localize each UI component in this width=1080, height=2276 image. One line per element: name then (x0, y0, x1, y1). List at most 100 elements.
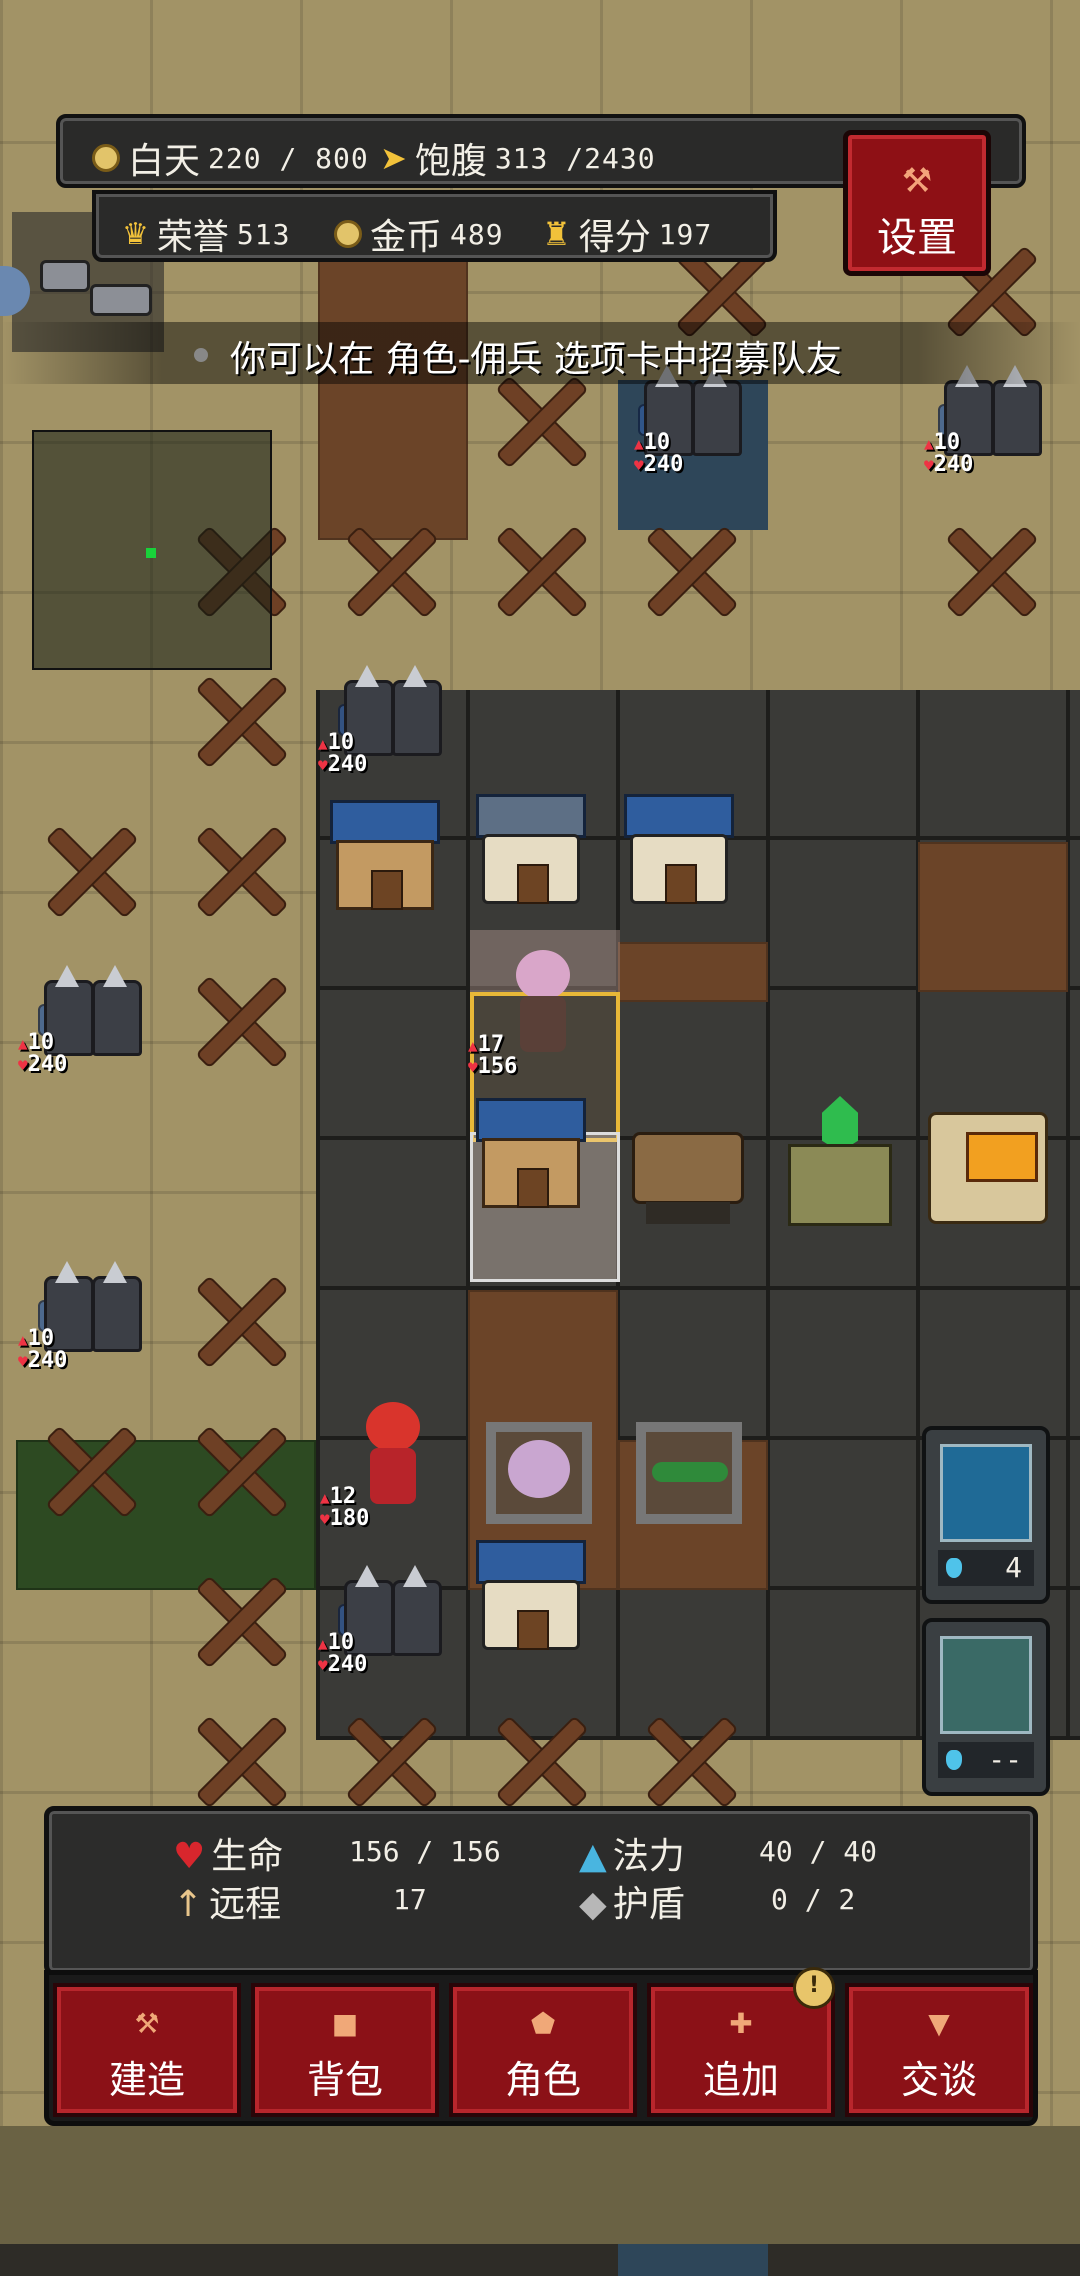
soldier-squad[interactable]: ▲10 ♥240 (18, 960, 150, 1080)
talk-button[interactable]: ▼ 交谈 (845, 1983, 1033, 2117)
building-roof (476, 1098, 586, 1142)
building-door (665, 864, 697, 904)
workbench-base (646, 1202, 730, 1224)
guild-building[interactable] (476, 794, 586, 904)
add-label: 追加 (702, 2058, 779, 2102)
settings-button[interactable]: ⚒ 设置 (843, 130, 991, 276)
turnip-crop (508, 1440, 570, 1498)
soldier-squad[interactable]: ▲10 ♥240 (18, 1256, 150, 1376)
temple-building[interactable] (624, 794, 734, 904)
build-label: 建造 (108, 2058, 185, 2102)
barricade[interactable] (480, 510, 600, 630)
building-roof (330, 800, 440, 844)
barricade[interactable] (330, 510, 450, 630)
heart-icon: ♥ (173, 1836, 206, 1877)
skill-cost-value: 4 (1005, 1551, 1022, 1584)
bag-button[interactable]: ■ 背包 (251, 1983, 439, 2117)
player-stats-panel: ♥ 生命 156 / 156 ▲ 法力 40 / 40 ↑ 远程 17 ◆ 护盾 0 /… (44, 1806, 1038, 1976)
shield-value: 0 / 2 (771, 1883, 856, 1916)
barricade[interactable] (930, 510, 1050, 630)
house-building[interactable] (330, 800, 440, 910)
soldier-figure (92, 980, 142, 1056)
tavern-building[interactable] (476, 1098, 586, 1208)
squad-hp: 240 (327, 752, 368, 777)
attack-icon: ▲ (318, 734, 328, 753)
soldier-squad[interactable]: ▲10 ♥240 (318, 1560, 450, 1680)
hp-stat: ♥ 生命 (173, 1827, 283, 1879)
hp-label: 生命 (211, 1836, 284, 1877)
mana-icon (946, 1558, 962, 1578)
workbench[interactable] (632, 1124, 744, 1224)
honor-value: 513 (236, 217, 291, 251)
soldier-figure (692, 380, 742, 456)
workbench-top (632, 1132, 744, 1204)
shield-skill-button[interactable]: -- (922, 1618, 1050, 1796)
heart-icon: ♥ (318, 756, 328, 775)
hint-banner: 你可以在 角色-佣兵 选项卡中招募队友 (0, 322, 1080, 384)
ranged-stat: ↑ 远程 (173, 1875, 281, 1927)
squad-hp: 240 (643, 452, 684, 477)
bag-icon: ■ (331, 2007, 359, 2040)
character-button[interactable]: ⬟ 角色 (449, 1983, 637, 2117)
gold-label: 金币 (370, 217, 443, 258)
barricade[interactable] (180, 1700, 300, 1820)
daytime-value: 220 / 800 (208, 141, 369, 175)
ally-body (370, 1448, 416, 1504)
squad-stats: ▲10 ♥240 (318, 1632, 367, 1676)
squad-stats: ▲10 ♥240 (634, 432, 683, 476)
attack-icon: ▲ (18, 1330, 28, 1349)
crystal-altar[interactable] (780, 1096, 900, 1226)
wrench-icon: ⚒ (901, 161, 933, 201)
hp-value: 156 / 156 (349, 1835, 501, 1868)
character-label: 角色 (504, 2058, 581, 2102)
barricade[interactable] (330, 1700, 450, 1820)
stone-piece (40, 260, 90, 292)
barricade[interactable] (630, 1700, 750, 1820)
map-bottom-edge (0, 2126, 1080, 2244)
barricade[interactable] (30, 810, 150, 930)
barricade[interactable] (480, 1700, 600, 1820)
hunger-value: 313 /2430 (494, 141, 656, 175)
heart-icon: ♥ (468, 1058, 478, 1077)
soldier-squad[interactable]: ▲10 ♥240 (318, 660, 450, 780)
lightning-skill-button[interactable]: 4 (922, 1426, 1050, 1604)
barricade[interactable] (630, 510, 750, 630)
barricade[interactable] (180, 960, 300, 1080)
farm-plot[interactable] (486, 1422, 592, 1524)
ranged-label: 远程 (209, 1884, 282, 1925)
soldier-figure (392, 680, 442, 756)
daytime-label: 白天 (128, 141, 201, 182)
mana-stat: ▲ 法力 (579, 1827, 685, 1879)
barricade[interactable] (30, 1410, 150, 1530)
add-button[interactable]: ✚ 追加 ! (647, 1967, 835, 2117)
shield-label: 护盾 (612, 1884, 685, 1925)
score-label: 得分 (578, 217, 651, 258)
attack-icon: ▲ (320, 1488, 330, 1507)
dirt-tile (918, 842, 1068, 992)
barricade[interactable] (180, 810, 300, 930)
squad-stats: ▲10 ♥240 (18, 1032, 67, 1076)
ally-stats: ▲12 ♥180 (320, 1486, 369, 1530)
snake-creature (652, 1462, 728, 1482)
snake-pen[interactable] (636, 1422, 742, 1524)
building-door (371, 870, 403, 910)
barricade[interactable] (180, 660, 300, 780)
build-button[interactable]: ⚒ 建造 (53, 1983, 241, 2117)
building-roof (476, 794, 586, 838)
house-building[interactable] (476, 1540, 586, 1650)
building-roof (624, 794, 734, 838)
barricade[interactable] (180, 1560, 300, 1680)
mana-value: 40 / 40 (759, 1835, 878, 1868)
forge-building[interactable] (928, 1112, 1048, 1224)
squad-stats: ▲10 ♥240 (318, 732, 367, 776)
attack-icon: ▲ (468, 1036, 478, 1055)
ally-hp: 180 (329, 1506, 370, 1531)
attack-icon: ▲ (924, 434, 934, 453)
gold-counter: 金币 489 (334, 208, 504, 260)
score-value: 197 (658, 217, 713, 251)
alert-badge-icon: ! (793, 1967, 835, 2009)
barricade[interactable] (180, 1410, 300, 1530)
minimap[interactable] (32, 430, 272, 670)
squad-hp: 240 (327, 1652, 368, 1677)
barricade[interactable] (180, 1260, 300, 1380)
